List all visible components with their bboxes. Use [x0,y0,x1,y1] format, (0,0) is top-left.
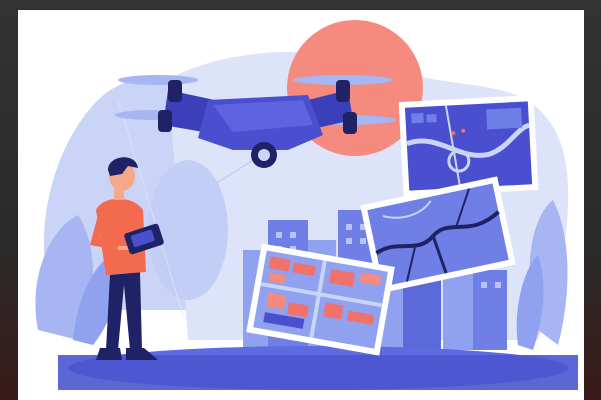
drone-mapping-illustration [35,20,578,390]
illustration-panel [18,10,584,400]
map-card-icon [398,95,539,197]
